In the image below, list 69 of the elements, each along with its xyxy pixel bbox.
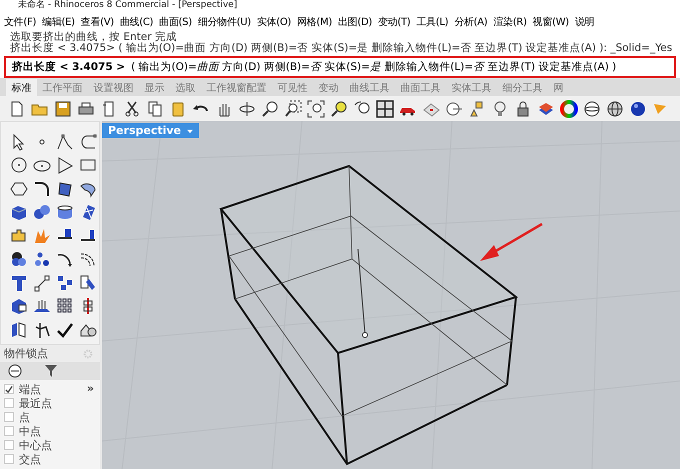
- zoom-extents-icon[interactable]: [307, 100, 325, 118]
- panel-title: 物件锁点: [4, 346, 48, 361]
- expand-button[interactable]: »: [86, 382, 94, 395]
- scissors-icon[interactable]: [123, 100, 141, 118]
- circle-point-icon[interactable]: [445, 100, 463, 118]
- menu-item[interactable]: 实体(O): [256, 14, 292, 28]
- zoom-window-icon[interactable]: [284, 100, 302, 118]
- osnap-label: 端点: [19, 382, 41, 396]
- cylinder-icon[interactable]: [56, 203, 74, 222]
- points-cloud-icon[interactable]: [32, 250, 50, 268]
- checkbox[interactable]: [4, 384, 14, 394]
- sphere-grid-icon[interactable]: [606, 100, 624, 118]
- menu-item[interactable]: 编辑(E): [42, 14, 75, 28]
- printer-icon[interactable]: [77, 100, 95, 118]
- command-prompt: 挤出长度 < 3.4075 >: [12, 60, 126, 74]
- triangle-icon[interactable]: [56, 156, 74, 174]
- zoom-in-icon[interactable]: [261, 100, 279, 118]
- boolean-union-icon[interactable]: [10, 250, 28, 268]
- mirror-icon[interactable]: [10, 320, 28, 339]
- solid-icon[interactable]: [10, 297, 28, 316]
- fillet-curve-icon[interactable]: [32, 180, 50, 198]
- save-icon[interactable]: [54, 100, 72, 118]
- zoom-selected-icon[interactable]: [330, 100, 348, 118]
- menu-item[interactable]: 分析(A): [454, 14, 488, 28]
- menu-item[interactable]: 说明: [574, 14, 594, 28]
- menu-item[interactable]: 变动(T): [378, 14, 410, 28]
- sphere-icon[interactable]: [629, 100, 647, 118]
- rotate-icon[interactable]: [238, 100, 256, 118]
- surface-patch-icon[interactable]: [56, 180, 74, 198]
- toolbar-tab[interactable]: 标准: [6, 79, 37, 96]
- sphere-wireframe-icon[interactable]: [583, 100, 601, 118]
- pointer-arrow: [480, 222, 543, 261]
- menu-item[interactable]: 工具(L): [416, 14, 448, 28]
- menu-item[interactable]: 曲线(C): [120, 14, 154, 28]
- check-icon: [5, 384, 13, 394]
- box-icon[interactable]: [10, 203, 28, 222]
- menu-item[interactable]: 网格(M): [297, 14, 332, 28]
- circle-icon[interactable]: [10, 156, 28, 174]
- text-icon[interactable]: [10, 274, 28, 292]
- copy-icon[interactable]: [146, 100, 164, 118]
- command-history-line: 选取要挤出的曲线，按 Enter 完成: [10, 32, 178, 43]
- menu-item[interactable]: 查看(V): [80, 14, 114, 28]
- spheres-icon[interactable]: [32, 203, 50, 222]
- menu-item[interactable]: 文件(F): [4, 14, 36, 28]
- four-viewports-icon[interactable]: [376, 100, 394, 118]
- command-options: ( 输出为(O)=曲面 方向(D) 两侧(B)=否 实体(S)=是 删除输入物件(L)=否 至边界(T) 设定基准点(A) ): [131, 60, 616, 74]
- menu-item[interactable]: 渲染(R): [493, 14, 527, 28]
- osnap-label: 点: [19, 410, 30, 424]
- grid-array-icon[interactable]: [56, 297, 74, 316]
- menu-item[interactable]: 出图(D): [338, 14, 372, 28]
- viewport-title: Perspective: [108, 124, 182, 137]
- polyline-icon[interactable]: [56, 132, 74, 151]
- menu-item[interactable]: 视窗(W): [532, 14, 569, 28]
- osnap-label: 交点: [19, 452, 41, 466]
- curve-icon[interactable]: [78, 132, 96, 151]
- array-icon[interactable]: [56, 274, 74, 292]
- menu-item[interactable]: 细分物件(U): [198, 14, 251, 28]
- scale-icon[interactable]: [32, 274, 50, 292]
- command-history-line: 挤出长度 < 3.4075> ( 输出为(O)=曲面 方向(D) 两侧(B)=否 实体(S)=是 删除输入物件(L)=否 至边界(T) 设定基准点(A) ): _Solid=_Yes: [10, 43, 674, 54]
- transform-icon[interactable]: [78, 274, 96, 292]
- osnap-label: 中点: [19, 424, 41, 438]
- color-wheel-icon[interactable]: [560, 100, 578, 118]
- osnap-label: 中心点: [19, 438, 52, 452]
- box-drawing[interactable]: [219, 164, 518, 466]
- check-icon[interactable]: [56, 320, 74, 339]
- osnap-label: 最近点: [19, 396, 52, 410]
- menu-item[interactable]: 曲面(S): [159, 14, 192, 28]
- polygon-icon[interactable]: [10, 180, 28, 198]
- osnap-tab-icon[interactable]: [6, 362, 24, 380]
